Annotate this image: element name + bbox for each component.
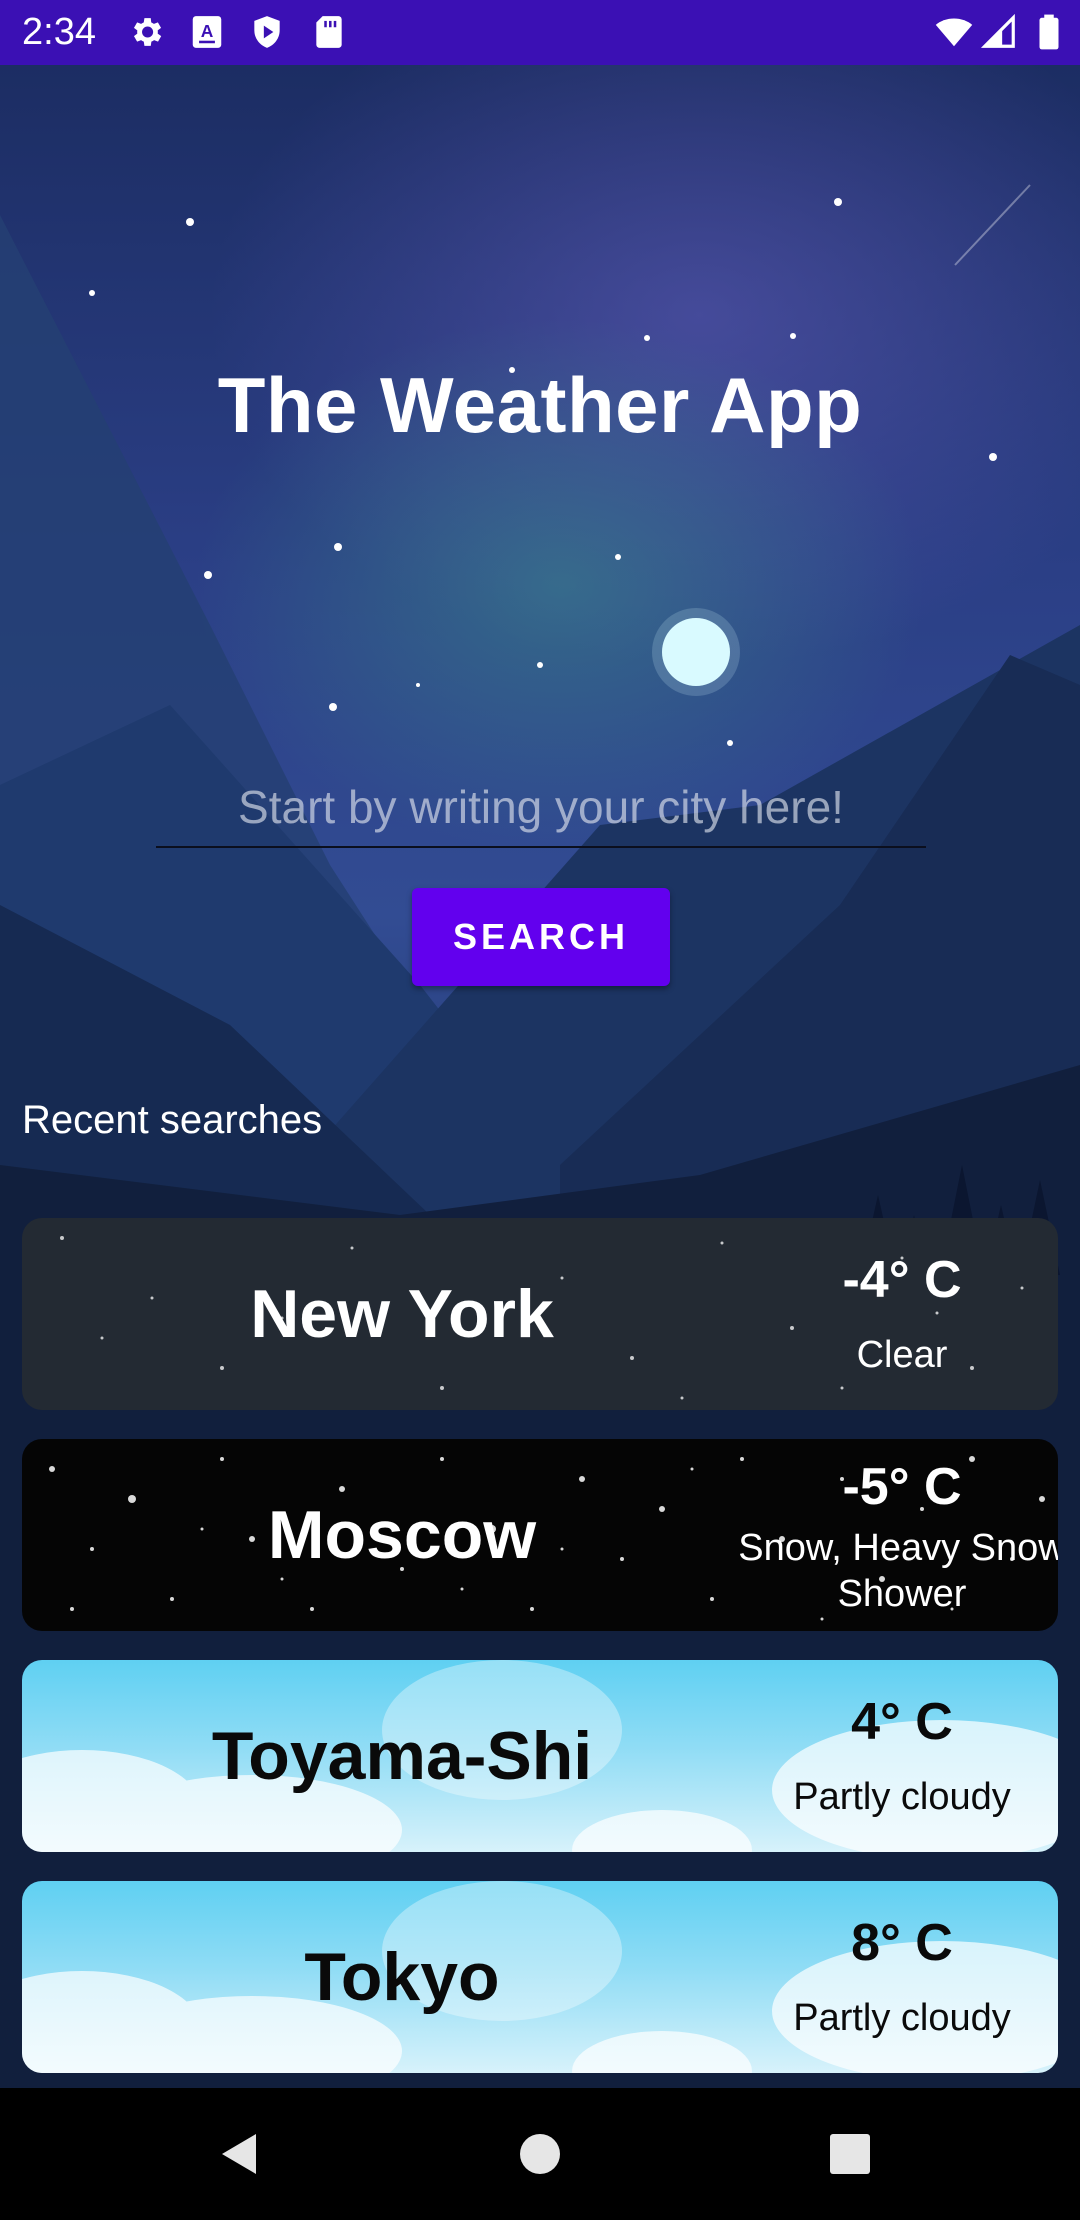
home-icon[interactable]: [474, 2088, 606, 2220]
card-weather-info: 4° C Partly cloudy: [712, 1660, 1058, 1852]
city-search-input[interactable]: [156, 768, 926, 848]
shield-play-icon: [254, 16, 280, 48]
card-city-name: New York: [250, 1276, 554, 1352]
weather-app-screen: 2:34 A The Weather App Start by writing …: [0, 0, 1080, 2220]
card-weather-info: -4° C Clear: [712, 1218, 1058, 1410]
card-weather-info: -5° C Snow, Heavy Snow Shower: [712, 1439, 1058, 1631]
status-bar: 2:34 A: [0, 0, 1080, 65]
card-city-name: Moscow: [267, 1497, 537, 1573]
wifi-icon: [935, 18, 973, 47]
search-button[interactable]: SEARCH: [412, 888, 670, 986]
navigation-bar: [0, 2088, 1080, 2220]
card-temperature: -5° C: [842, 1458, 962, 1516]
recent-searches-label: Recent searches: [22, 1098, 323, 1142]
recent-card-toyama-shi[interactable]: Toyama-Shi 4° C Partly cloudy: [22, 1660, 1058, 1852]
cell-signal-icon: [980, 13, 1015, 48]
recents-icon[interactable]: [784, 2088, 916, 2220]
keyboard-a-icon: A: [192, 16, 222, 48]
card-condition: Snow, Heavy Snow Shower: [738, 1527, 1058, 1615]
card-condition: Clear: [856, 1334, 948, 1376]
gear-icon: [133, 18, 162, 46]
card-condition: Partly cloudy: [793, 1997, 1011, 2039]
card-weather-info: 8° C Partly cloudy: [712, 1881, 1058, 2073]
app-title: The Weather App: [217, 361, 863, 449]
card-temperature: -4° C: [842, 1251, 962, 1309]
battery-icon: [1039, 14, 1059, 50]
card-city-name: Tokyo: [304, 1939, 500, 2015]
status-time: 2:34: [22, 11, 96, 53]
back-icon[interactable]: [174, 2088, 306, 2220]
recent-card-tokyo[interactable]: Tokyo 8° C Partly cloudy: [22, 1881, 1058, 2073]
sd-card-icon: [316, 16, 342, 48]
recent-card-new-york[interactable]: New York -4° C Clear: [22, 1218, 1058, 1410]
card-condition: Partly cloudy: [793, 1776, 1011, 1818]
recent-card-moscow[interactable]: Moscow -5° C Snow, Heavy Snow Shower: [22, 1439, 1058, 1631]
card-city-name: Toyama-Shi: [211, 1718, 593, 1794]
card-temperature: 8° C: [851, 1914, 953, 1972]
svg-text:A: A: [201, 21, 214, 41]
card-temperature: 4° C: [851, 1693, 953, 1751]
